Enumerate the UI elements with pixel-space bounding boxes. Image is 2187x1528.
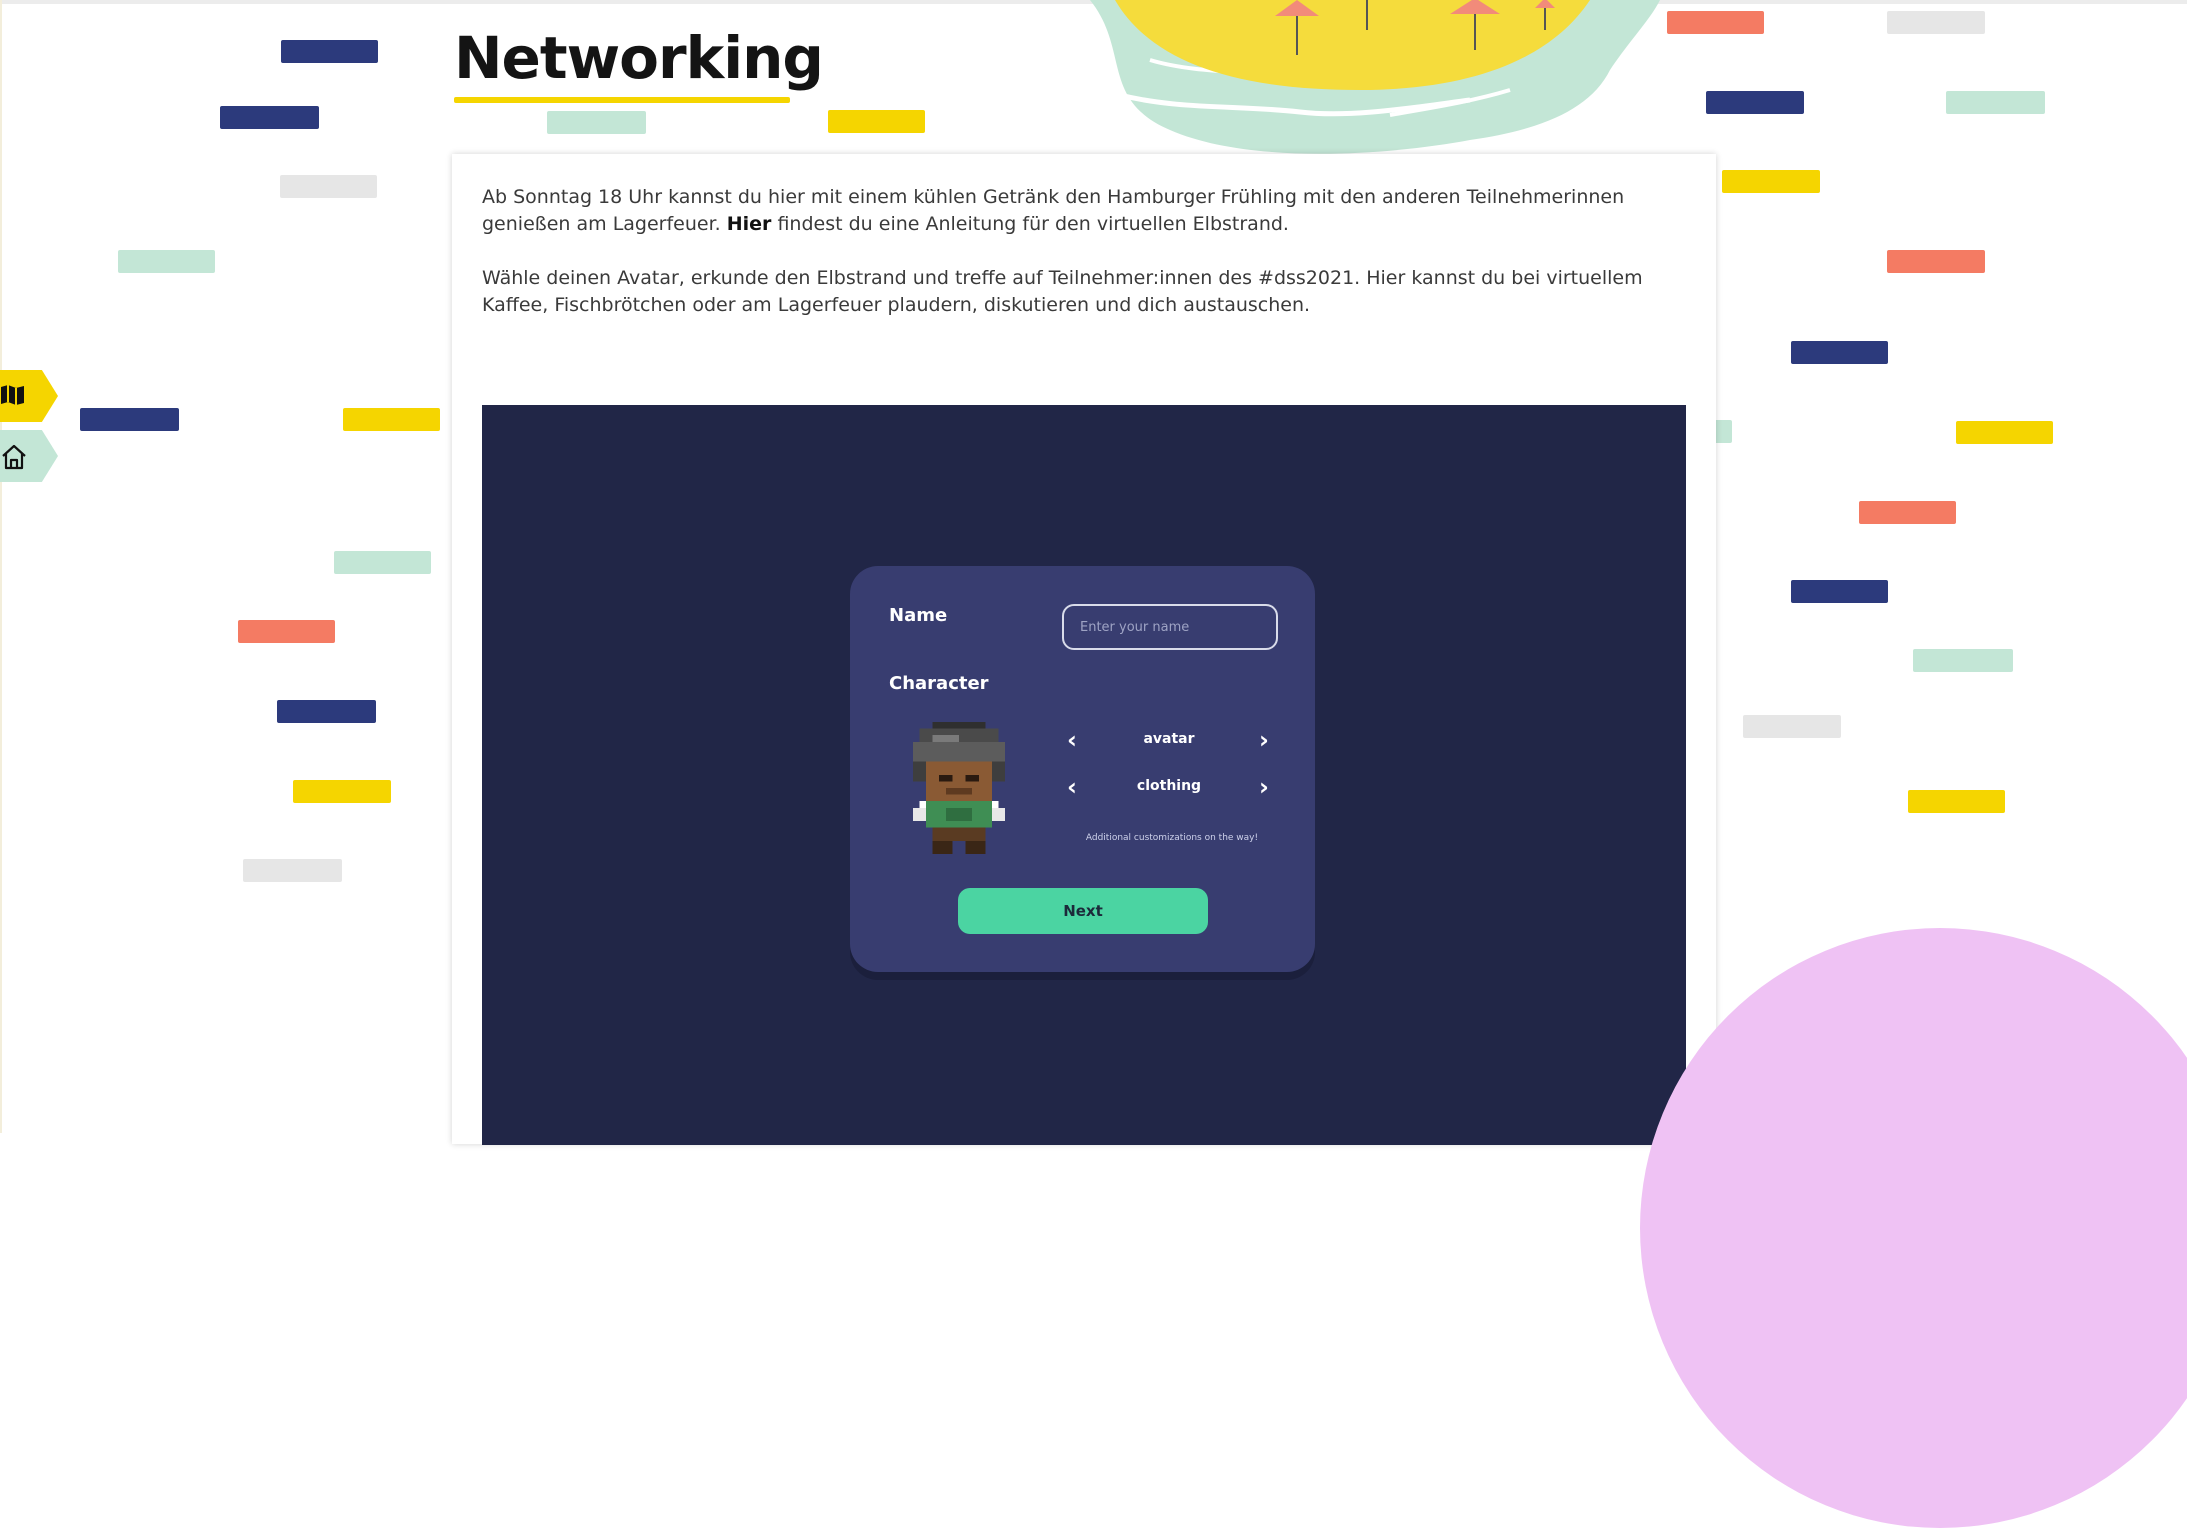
confetti-dash	[1887, 11, 1985, 34]
confetti-dash	[277, 700, 376, 723]
avatar-option-label: avatar	[1143, 731, 1195, 747]
confetti-dash	[280, 175, 377, 198]
confetti-dash	[828, 110, 925, 133]
avatar-sprite	[912, 722, 1006, 854]
side-nav-home[interactable]	[0, 430, 58, 482]
decorative-pink-circle	[1640, 928, 2187, 1528]
confetti-dash	[1791, 580, 1888, 603]
home-icon	[2, 444, 26, 470]
avatar-prev-button[interactable]: ‹	[1057, 725, 1087, 755]
confetti-dash	[118, 250, 215, 273]
guide-link[interactable]: Hier	[727, 213, 772, 235]
confetti-dash	[1946, 91, 2045, 114]
next-button[interactable]: Next	[958, 888, 1208, 934]
confetti-dash	[334, 551, 431, 574]
confetti-dash	[1791, 341, 1888, 364]
clothing-next-button[interactable]: ›	[1249, 772, 1279, 802]
elbstrand-illustration	[1090, 0, 1660, 154]
intro-text: Ab Sonntag 18 Uhr kannst du hier mit ein…	[482, 184, 1682, 346]
confetti-dash	[293, 780, 391, 803]
confetti-dash	[220, 106, 319, 129]
confetti-dash	[80, 408, 179, 431]
confetti-dash	[1722, 170, 1820, 193]
confetti-dash	[1743, 715, 1841, 738]
title-underline	[454, 97, 790, 103]
customization-hint: Additional customizations on the way!	[1085, 833, 1259, 843]
side-nav-map[interactable]	[0, 370, 58, 422]
clothing-prev-button[interactable]: ‹	[1057, 772, 1087, 802]
map-icon	[1, 385, 24, 405]
confetti-dash	[1956, 421, 2053, 444]
left-border	[0, 0, 2, 1133]
page-title: Networking	[454, 24, 824, 92]
confetti-dash	[1859, 501, 1956, 524]
character-label: Character	[889, 673, 989, 694]
confetti-dash	[243, 859, 342, 882]
confetti-dash	[343, 408, 440, 431]
avatar-next-button[interactable]: ›	[1249, 725, 1279, 755]
intro-text-after-link: findest du eine Anleitung für den virtue…	[771, 213, 1289, 235]
confetti-dash	[238, 620, 335, 643]
confetti-dash	[1887, 250, 1985, 273]
name-label: Name	[889, 605, 948, 626]
confetti-dash	[547, 111, 646, 134]
confetti-dash	[281, 40, 378, 63]
intro-paragraph-1: Ab Sonntag 18 Uhr kannst du hier mit ein…	[482, 184, 1682, 238]
clothing-option-label: clothing	[1136, 778, 1202, 794]
confetti-dash	[1667, 11, 1764, 34]
confetti-dash	[1908, 790, 2005, 813]
intro-paragraph-2: Wähle deinen Avatar, erkunde den Elbstra…	[482, 267, 1643, 316]
confetti-dash	[1913, 649, 2013, 672]
name-input[interactable]	[1062, 604, 1278, 650]
confetti-dash	[1706, 91, 1804, 114]
